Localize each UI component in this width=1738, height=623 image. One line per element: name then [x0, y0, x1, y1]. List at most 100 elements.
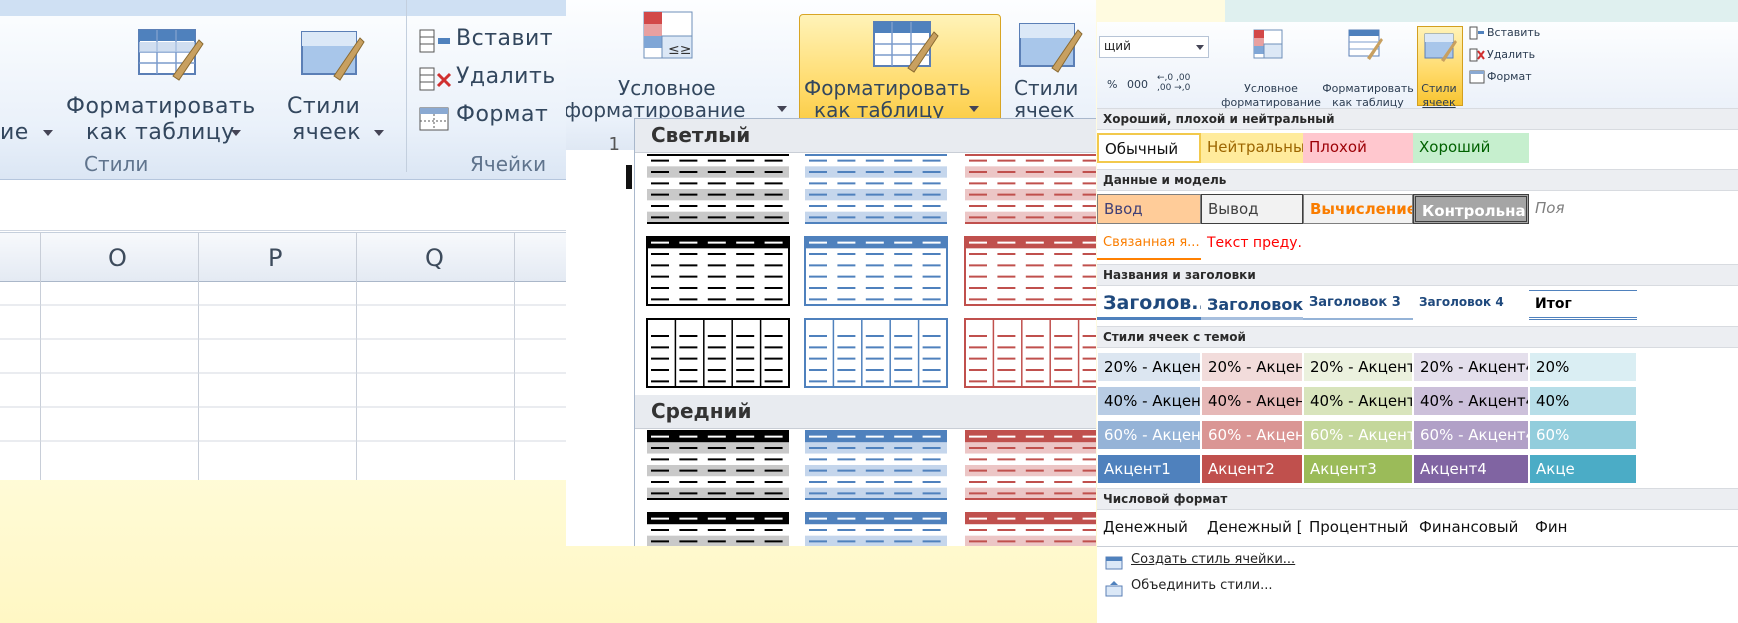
insert-cells-icon: [1469, 26, 1484, 40]
cell-style-swatch[interactable]: Акцент1: [1097, 454, 1201, 484]
table-style-thumbnail[interactable]: [646, 318, 790, 388]
cell-style-swatch[interactable]: 40% - Акцент1: [1097, 386, 1201, 416]
cell-style-swatch[interactable]: Итог: [1529, 290, 1637, 320]
format-as-table-label[interactable]: Форматировать: [66, 94, 256, 119]
insert-button[interactable]: Вставить: [1487, 26, 1540, 39]
cell-style-swatch[interactable]: Заголовок 2: [1201, 290, 1303, 320]
delete-button[interactable]: Удалить: [456, 64, 556, 89]
background-strip: [1225, 0, 1738, 22]
cell-style-swatch[interactable]: Обычный: [1097, 133, 1201, 163]
table-style-thumbnail[interactable]: [964, 236, 1096, 306]
cell-style-swatch[interactable]: 40%: [1529, 386, 1637, 416]
table-style-thumbnail[interactable]: [805, 154, 947, 224]
format-as-table-label[interactable]: Форматировать: [1319, 82, 1417, 95]
thousands-button[interactable]: 000: [1127, 78, 1148, 91]
chevron-down-icon: [231, 130, 241, 136]
row-header-1[interactable]: 1: [566, 134, 626, 162]
cell-styles-label[interactable]: Стили: [1014, 76, 1078, 100]
format-cells-icon: [1469, 70, 1485, 84]
section-titles-headings: Названия и заголовки: [1097, 264, 1738, 286]
cell-style-swatch[interactable]: Контрольна...: [1413, 194, 1529, 224]
cell-style-swatch[interactable]: 20% - Акцент1: [1097, 352, 1201, 382]
format-as-table-label-2[interactable]: как таблицу: [86, 120, 235, 145]
cell-style-swatch[interactable]: 20%: [1529, 352, 1637, 382]
cell-style-swatch[interactable]: Денежный [0]: [1201, 513, 1303, 543]
conditional-formatting-icon: [1253, 29, 1283, 59]
number-format-combo[interactable]: щий: [1099, 36, 1209, 58]
table-style-thumbnail[interactable]: [646, 236, 790, 306]
table-style-gallery: Светлый Средний: [634, 118, 1096, 546]
cell-style-swatch[interactable]: Поя: [1529, 194, 1637, 224]
cell-style-swatch[interactable]: Акцент3: [1303, 454, 1413, 484]
cell-style-swatch[interactable]: Процентный: [1303, 513, 1413, 543]
cell-style-swatch[interactable]: 60% - Акцент1: [1097, 420, 1201, 450]
cell-style-swatch[interactable]: 40% - Акцент2: [1201, 386, 1303, 416]
table-style-thumbnail[interactable]: [647, 512, 789, 546]
cell-style-swatch[interactable]: 60% - Акцент3: [1303, 420, 1413, 450]
cell-style-swatch[interactable]: 20% - Акцент3: [1303, 352, 1413, 382]
table-style-thumbnail[interactable]: [647, 154, 789, 224]
svg-text:≤≥: ≤≥: [668, 42, 691, 58]
table-style-thumbnail[interactable]: [647, 430, 789, 500]
percent-button[interactable]: %: [1107, 78, 1117, 91]
cell-style-swatch[interactable]: Плохой: [1303, 133, 1413, 163]
cell-style-swatch[interactable]: Финансовый: [1413, 513, 1529, 543]
cell-style-swatch[interactable]: 40% - Акцент4: [1413, 386, 1529, 416]
table-style-thumbnail[interactable]: [965, 512, 1096, 546]
cell-style-swatch[interactable]: 60% - Акцент4: [1413, 420, 1529, 450]
delete-button[interactable]: Удалить: [1487, 48, 1535, 61]
cell-styles-label-2[interactable]: ячеек: [292, 120, 361, 145]
cell-style-swatch[interactable]: 20% - Акцент4: [1413, 352, 1529, 382]
insert-button[interactable]: Вставит: [456, 26, 553, 51]
column-header-q[interactable]: Q: [425, 244, 444, 272]
cell-style-swatch[interactable]: 60% - Акцент2: [1201, 420, 1303, 450]
cell-style-swatch[interactable]: 20% - Акцент2: [1201, 352, 1303, 382]
cell-styles-label[interactable]: Стили: [287, 94, 360, 119]
column-header-p[interactable]: P: [268, 244, 282, 272]
conditional-formatting-label[interactable]: Условное: [1222, 82, 1320, 95]
create-cell-style-command[interactable]: Создать стиль ячейки...: [1097, 552, 1738, 576]
cell-style-swatch[interactable]: Текст преду...: [1201, 230, 1303, 260]
table-style-thumbnail[interactable]: [965, 430, 1096, 500]
cell-style-swatch[interactable]: Вычисление: [1303, 194, 1413, 224]
new-style-icon: [1105, 556, 1123, 570]
table-style-thumbnail[interactable]: [804, 236, 948, 306]
delete-cells-icon: [419, 67, 452, 91]
format-button[interactable]: Формат: [1487, 70, 1532, 83]
cell-style-swatch[interactable]: Заголовок 4: [1413, 290, 1529, 320]
insert-cells-icon: [419, 29, 450, 53]
group-cells-label: Ячейки: [470, 152, 547, 176]
cell-styles-icon: [1019, 23, 1083, 73]
conditional-formatting-label-cut[interactable]: ие: [0, 120, 29, 145]
cell-style-swatch[interactable]: 40% - Акцент3: [1303, 386, 1413, 416]
table-style-thumbnail[interactable]: [965, 154, 1096, 224]
cell-style-swatch[interactable]: Связанная я...: [1097, 230, 1201, 260]
section-good-bad-neutral: Хороший, плохой и нейтральный: [1097, 108, 1738, 130]
cell-style-swatch[interactable]: 60%: [1529, 420, 1637, 450]
chevron-down-icon: [374, 130, 384, 136]
decrease-decimal-button[interactable]: ,00 →,0: [1157, 82, 1190, 95]
cell-styles-icon: [1424, 33, 1457, 62]
table-style-thumbnail[interactable]: [805, 512, 947, 546]
cell-style-swatch[interactable]: Акце: [1529, 454, 1637, 484]
table-style-thumbnails: [646, 154, 1096, 546]
cell-style-swatch[interactable]: Ввод: [1097, 194, 1201, 224]
table-style-thumbnail[interactable]: [964, 318, 1096, 388]
format-as-table-label[interactable]: Форматировать: [804, 76, 971, 100]
column-header-o[interactable]: O: [108, 244, 127, 272]
cell-style-swatch[interactable]: Фин: [1529, 513, 1637, 543]
cell-style-swatch[interactable]: Акцент4: [1413, 454, 1529, 484]
conditional-formatting-label[interactable]: Условное: [618, 76, 716, 100]
format-button[interactable]: Формат: [456, 102, 548, 127]
merge-styles-command[interactable]: Объединить стили...: [1097, 578, 1738, 602]
cell-style-swatch[interactable]: Денежный: [1097, 513, 1201, 543]
table-style-thumbnail[interactable]: [805, 430, 947, 500]
cell-style-swatch[interactable]: Вывод: [1201, 194, 1303, 224]
chevron-down-icon: [43, 130, 53, 136]
table-style-thumbnail[interactable]: [804, 318, 948, 388]
cell-style-swatch[interactable]: Хороший: [1413, 133, 1529, 163]
cell-style-swatch[interactable]: Заголовок 3: [1303, 290, 1413, 320]
cell-style-swatch[interactable]: Акцент2: [1201, 454, 1303, 484]
cell-style-swatch[interactable]: Заголов...: [1097, 290, 1201, 320]
cell-style-swatch[interactable]: Нейтральный: [1201, 133, 1303, 163]
